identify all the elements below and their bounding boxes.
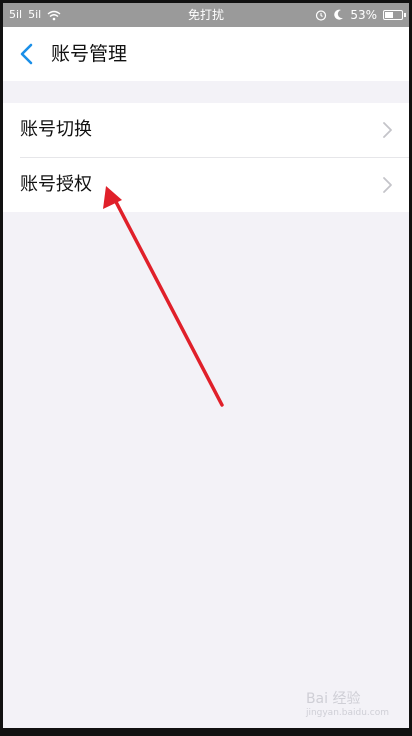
- phone-screen: 5il 5il 免打扰 53% 账号管理 账号切换 账号授权 Bai 经验 ji…: [3, 3, 409, 728]
- status-right: 53%: [315, 8, 406, 22]
- watermark: Bai 经验 jingyan.baidu.com: [306, 688, 389, 718]
- chevron-right-icon: [383, 177, 392, 193]
- list-item-account-switch[interactable]: 账号切换: [3, 103, 409, 157]
- watermark-sub: jingyan.baidu.com: [305, 708, 389, 718]
- list-item-account-authorization[interactable]: 账号授权: [3, 158, 409, 212]
- battery-icon: [383, 10, 406, 20]
- arrow-shaft: [113, 198, 224, 407]
- page-title: 账号管理: [51, 43, 128, 65]
- battery-percent: 53%: [350, 8, 377, 22]
- list-item-label: 账号授权: [20, 174, 92, 195]
- chevron-right-icon: [383, 122, 392, 138]
- status-bar: 5il 5il 免打扰 53%: [3, 3, 409, 27]
- list-item-label: 账号切换: [20, 119, 92, 140]
- battery-fill: [385, 12, 393, 18]
- watermark-text: Bai 经验: [305, 691, 361, 707]
- moon-icon: [334, 9, 344, 20]
- chevron-left-icon[interactable]: [15, 41, 41, 67]
- navigation-bar: 账号管理: [3, 27, 409, 81]
- alarm-icon: [316, 10, 327, 21]
- settings-list: 账号切换 账号授权: [3, 103, 409, 212]
